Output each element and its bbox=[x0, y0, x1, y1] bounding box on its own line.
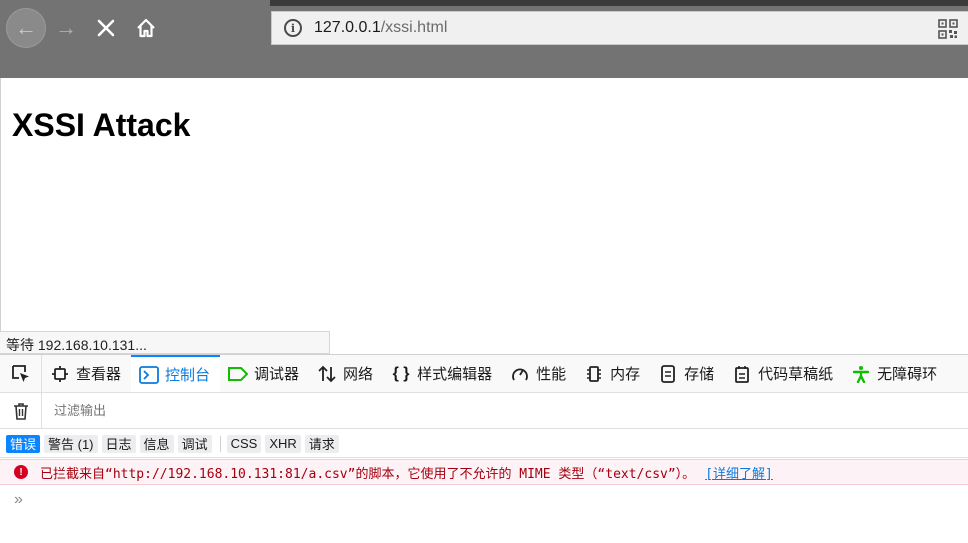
console-filterbar bbox=[0, 392, 968, 429]
performance-icon bbox=[510, 364, 530, 384]
tab-debugger[interactable]: 调试器 bbox=[220, 355, 309, 392]
style-editor-icon: { } bbox=[392, 364, 410, 382]
tab-label: 网络 bbox=[343, 366, 374, 383]
chevron-right-icon: » bbox=[14, 491, 23, 508]
tab-label: 控制台 bbox=[165, 367, 211, 384]
tab-performance[interactable]: 性能 bbox=[502, 355, 576, 392]
error-text: 已拦截来自“http://192.168.10.131:81/a.csv”的脚本… bbox=[40, 466, 696, 482]
tab-label: 性能 bbox=[536, 366, 567, 383]
debugger-icon bbox=[228, 364, 249, 384]
tab-label: 无障碍环 bbox=[877, 366, 938, 383]
tab-network[interactable]: 网络 bbox=[309, 355, 383, 392]
inspector-icon bbox=[50, 364, 70, 384]
tab-label: 样式编辑器 bbox=[417, 366, 493, 383]
forward-arrow-icon: → bbox=[55, 15, 77, 40]
filter-requests[interactable]: 请求 bbox=[304, 434, 339, 453]
network-icon bbox=[317, 364, 337, 384]
toolbar-strip bbox=[270, 0, 968, 6]
picker-icon bbox=[11, 364, 29, 382]
tab-memory[interactable]: 内存 bbox=[576, 355, 650, 392]
learn-more-link[interactable]: [详细了解] bbox=[705, 463, 773, 482]
scratchpad-icon bbox=[732, 364, 752, 384]
url-host: 127.0.0.1 bbox=[314, 19, 381, 36]
back-arrow-icon: ← bbox=[15, 15, 37, 40]
stop-button[interactable] bbox=[86, 8, 126, 48]
console-input-prompt[interactable]: » bbox=[14, 491, 23, 509]
url-text[interactable]: 127.0.0.1/xssi.html bbox=[314, 19, 447, 37]
url-bar[interactable]: i 127.0.0.1/xssi.html bbox=[271, 11, 968, 45]
accessibility-icon bbox=[851, 364, 871, 384]
info-icon[interactable]: i bbox=[284, 19, 302, 37]
page-title: XSSI Attack bbox=[12, 107, 191, 143]
tab-inspector[interactable]: 查看器 bbox=[42, 355, 131, 392]
filter-logs[interactable]: 日志 bbox=[101, 434, 136, 453]
error-icon: ! bbox=[14, 465, 28, 479]
filter-errors[interactable]: 错误 bbox=[6, 434, 41, 453]
filter-css[interactable]: CSS bbox=[226, 434, 262, 453]
tab-label: 存储 bbox=[684, 366, 715, 383]
tab-console[interactable]: 控制台 bbox=[131, 355, 221, 392]
filter-debug[interactable]: 调试 bbox=[177, 434, 212, 453]
devtools-tabbar: 查看器 控制台 调试器 网络 { } 样式编辑器 性能 内存 存储 代码草稿纸 … bbox=[0, 355, 968, 393]
tab-style-editor[interactable]: { } 样式编辑器 bbox=[383, 355, 502, 392]
tab-label: 代码草稿纸 bbox=[758, 366, 834, 383]
filter-divider bbox=[219, 435, 221, 452]
tab-accessibility[interactable]: 无障碍环 bbox=[843, 355, 947, 392]
forward-button[interactable]: → bbox=[46, 8, 86, 48]
status-bar: 等待 192.168.10.131... bbox=[0, 331, 330, 354]
home-icon bbox=[137, 18, 155, 38]
close-icon bbox=[97, 19, 115, 37]
element-picker-button[interactable] bbox=[0, 355, 42, 392]
browser-toolbar: ← → i 127.0.0.1/xssi.html bbox=[0, 0, 968, 78]
storage-icon bbox=[658, 364, 678, 384]
console-icon bbox=[139, 365, 159, 385]
page-viewport: XSSI Attack bbox=[0, 78, 968, 354]
filter-xhr[interactable]: XHR bbox=[265, 434, 301, 453]
memory-icon bbox=[584, 364, 604, 384]
console-level-filters: 错误 警告 (1) 日志 信息 调试 CSS XHR 请求 bbox=[0, 430, 968, 458]
home-button[interactable] bbox=[126, 8, 166, 48]
tab-label: 内存 bbox=[610, 366, 641, 383]
filter-info[interactable]: 信息 bbox=[139, 434, 174, 453]
devtools-panel: 查看器 控制台 调试器 网络 { } 样式编辑器 性能 内存 存储 代码草稿纸 … bbox=[0, 354, 968, 543]
qr-code-icon[interactable] bbox=[938, 19, 958, 39]
trash-icon bbox=[13, 402, 28, 420]
filter-output-input[interactable] bbox=[54, 403, 354, 418]
tab-scratchpad[interactable]: 代码草稿纸 bbox=[724, 355, 843, 392]
filter-warnings[interactable]: 警告 (1) bbox=[44, 434, 98, 453]
url-path: /xssi.html bbox=[380, 19, 448, 36]
tab-label: 调试器 bbox=[254, 366, 300, 383]
tab-label: 查看器 bbox=[76, 366, 122, 383]
console-error-message: ! 已拦截来自“http://192.168.10.131:81/a.csv”的… bbox=[0, 459, 968, 485]
back-button[interactable]: ← bbox=[6, 8, 46, 48]
tab-storage[interactable]: 存储 bbox=[650, 355, 724, 392]
clear-console-button[interactable] bbox=[0, 392, 42, 429]
